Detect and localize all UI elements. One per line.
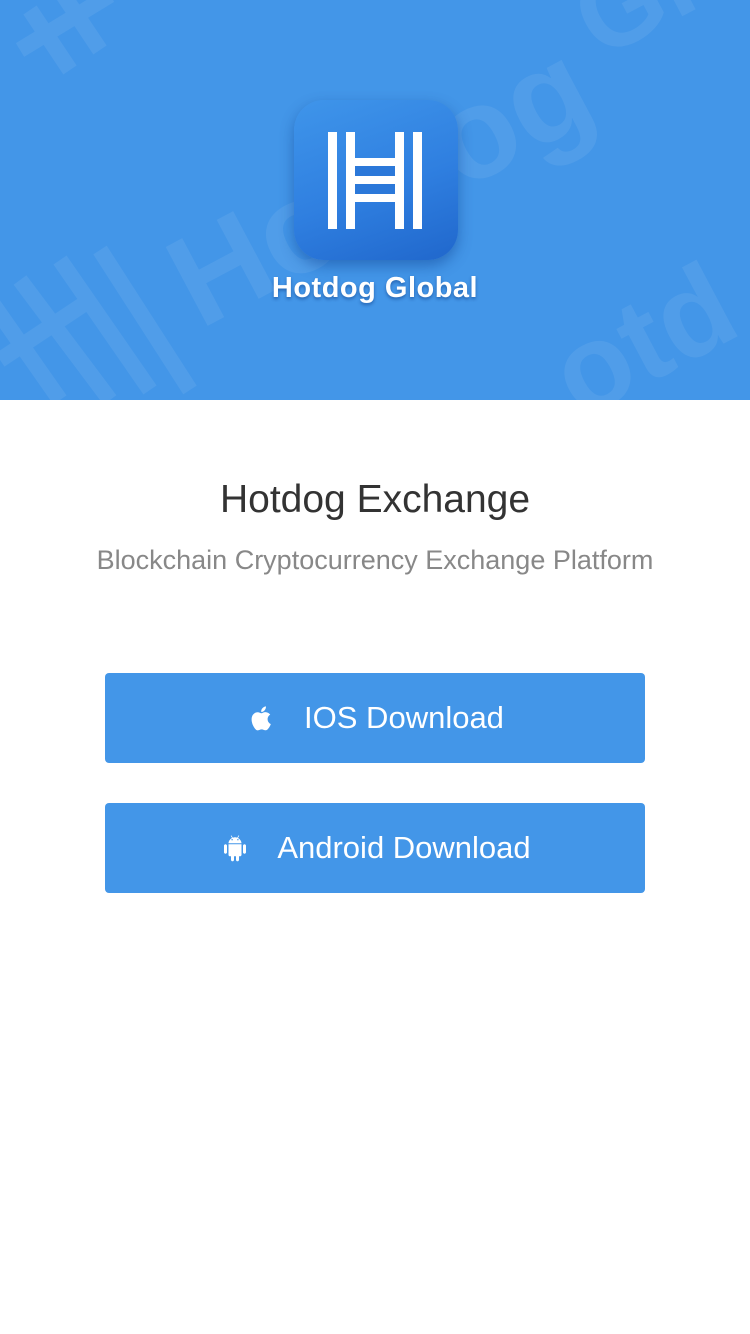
android-icon [219,832,251,864]
page-subtitle: Blockchain Cryptocurrency Exchange Platf… [96,545,654,575]
android-download-label: Android Download [277,830,531,865]
svg-text:otd: otd [529,237,750,400]
brand-name: Hotdog Global [271,272,479,304]
hotdog-logo-icon [294,100,458,260]
hero-banner: Hotdog otd Gl Hotdog Glo [0,0,750,400]
hotdog-h-logo-icon [328,132,422,229]
ios-download-label: IOS Download [304,700,504,735]
apple-icon [246,702,278,734]
ios-download-button[interactable]: IOS Download [105,673,645,763]
svg-text:Gl: Gl [554,0,714,81]
android-download-button[interactable]: Android Download [105,803,645,893]
page-title: Hotdog Exchange [219,478,531,521]
